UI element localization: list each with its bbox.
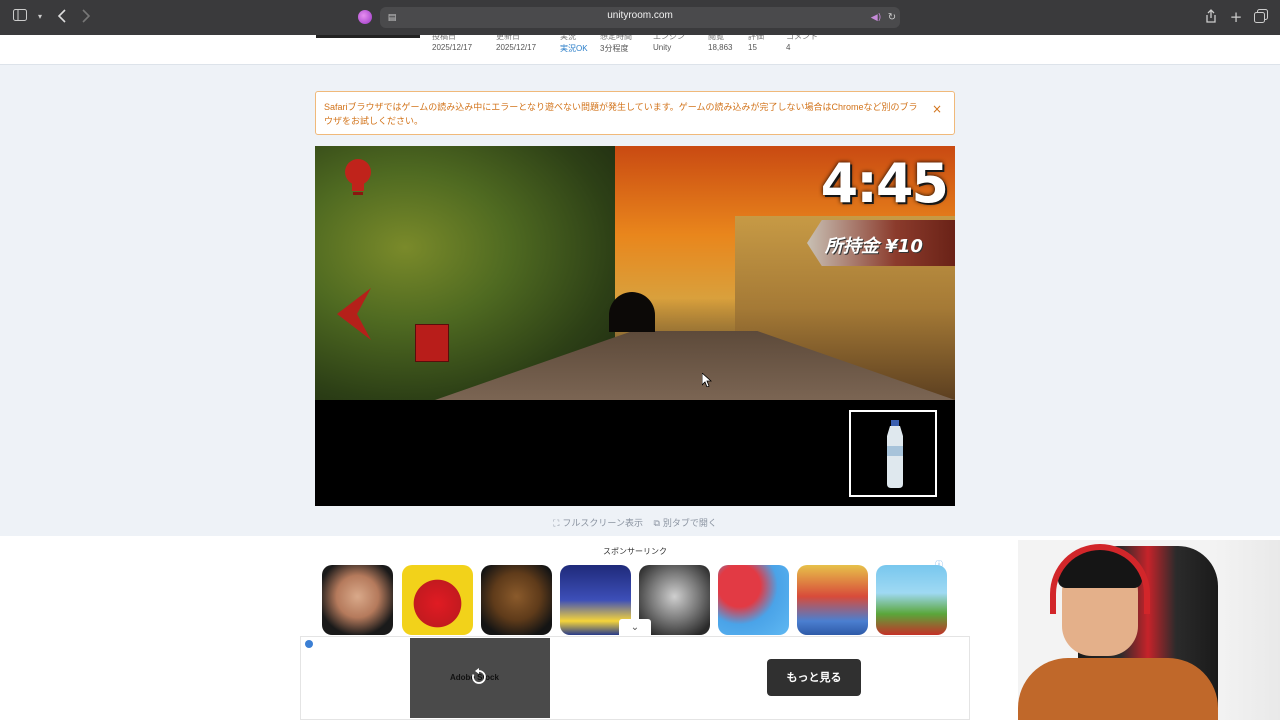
url-text: unityroom.com (607, 10, 673, 21)
game-title-bar-edge (316, 35, 420, 38)
meta-playtime: 想定時間 3分程度 (600, 35, 632, 53)
money-text: 所持金 ¥10 (825, 236, 923, 257)
hint-bulb-icon[interactable] (343, 158, 373, 196)
external-link-icon: ⧉ (653, 518, 660, 528)
game-scene[interactable]: 4:45 所持金 ¥10 (315, 146, 955, 400)
new-tab-icon[interactable]: + (1228, 9, 1244, 25)
cursor-icon (701, 372, 713, 388)
arrow-left-icon[interactable] (333, 286, 373, 342)
ad-video[interactable]: Adobe Stock (410, 638, 550, 718)
collapse-ad-button[interactable]: ⌄ (619, 619, 651, 636)
webcam-overlay (1018, 540, 1280, 720)
address-bar[interactable]: ▤ unityroom.com ◀) ↻ (380, 7, 900, 28)
inventory-slot[interactable] (849, 410, 937, 497)
replay-icon[interactable] (470, 668, 488, 686)
meta-updated: 更新日 2025/12/17 (496, 35, 537, 52)
chevron-down-icon[interactable]: ▾ (32, 9, 48, 25)
bear-animatronic-game-thumbnail[interactable] (481, 565, 552, 635)
meta-streaming[interactable]: 実況 実況OK (560, 35, 588, 54)
browser-toolbar: ▾ ▤ unityroom.com ◀) ↻ + (0, 0, 1280, 35)
tabs-icon[interactable] (1253, 9, 1269, 25)
fullscreen-link[interactable]: ⛶ フルスクリーン表示 (553, 516, 643, 529)
fullscreen-label: フルスクリーン表示 (562, 518, 643, 528)
close-icon[interactable]: × (932, 102, 942, 116)
water-bottle-icon (883, 420, 907, 488)
fullscreen-icon: ⛶ (553, 518, 560, 528)
game-canvas[interactable]: 4:45 所持金 ¥10 (315, 146, 955, 506)
reload-icon[interactable]: ↻ (884, 10, 900, 26)
meta-engine: エンジン Unity (653, 35, 685, 52)
mailbox[interactable] (415, 324, 449, 362)
forward-icon[interactable] (78, 9, 94, 25)
streamer-body (1018, 658, 1218, 720)
game-actions: ⛶ フルスクリーン表示 ⧉ 別タブで開く (315, 516, 955, 530)
share-icon[interactable] (1203, 9, 1219, 25)
new-tab-label: 別タブで開く (662, 518, 717, 528)
notice-text: Safariブラウザではゲームの読み込み中にエラーとなり遊べない問題が発生してい… (324, 102, 918, 126)
back-icon[interactable] (54, 9, 70, 25)
money-display: 所持金 ¥10 (807, 220, 955, 266)
crowd-run-game-thumbnail[interactable] (718, 565, 789, 635)
meta-views: 閲覧 18,863 (708, 35, 733, 52)
browser-warning-notice: Safariブラウザではゲームの読み込み中にエラーとなり遊べない問題が発生してい… (315, 91, 955, 135)
game-meta-bar: 投稿日 2025/12/17 更新日 2025/12/17 実況 実況OK 想定時間 3… (0, 35, 1280, 65)
mute-icon[interactable]: ◀) (868, 10, 884, 26)
impostor-game-thumbnail[interactable] (402, 565, 473, 635)
meta-comments: コメント 4 (786, 35, 818, 52)
sidebar-icon[interactable] (12, 9, 28, 25)
baby-doll-game-thumbnail[interactable] (322, 565, 393, 635)
hill-climb-2-game-thumbnail[interactable] (876, 565, 947, 635)
adchoices-icon[interactable] (305, 640, 313, 648)
bottom-banner-ad: Adobe Stock もっと見る (300, 636, 970, 720)
countdown-timer: 4:45 (820, 152, 949, 215)
site-favicon (358, 10, 372, 24)
sponsor-label: スポンサーリンク (603, 547, 667, 556)
subway-runner-game-thumbnail[interactable] (797, 565, 868, 635)
scene-tunnel (609, 292, 655, 332)
meta-rating: 評価 15 (748, 35, 764, 52)
open-new-tab-link[interactable]: ⧉ 別タブで開く (653, 516, 716, 529)
meta-posted: 投稿日 2025/12/17 (432, 35, 473, 52)
see-more-button[interactable]: もっと見る (767, 659, 861, 696)
